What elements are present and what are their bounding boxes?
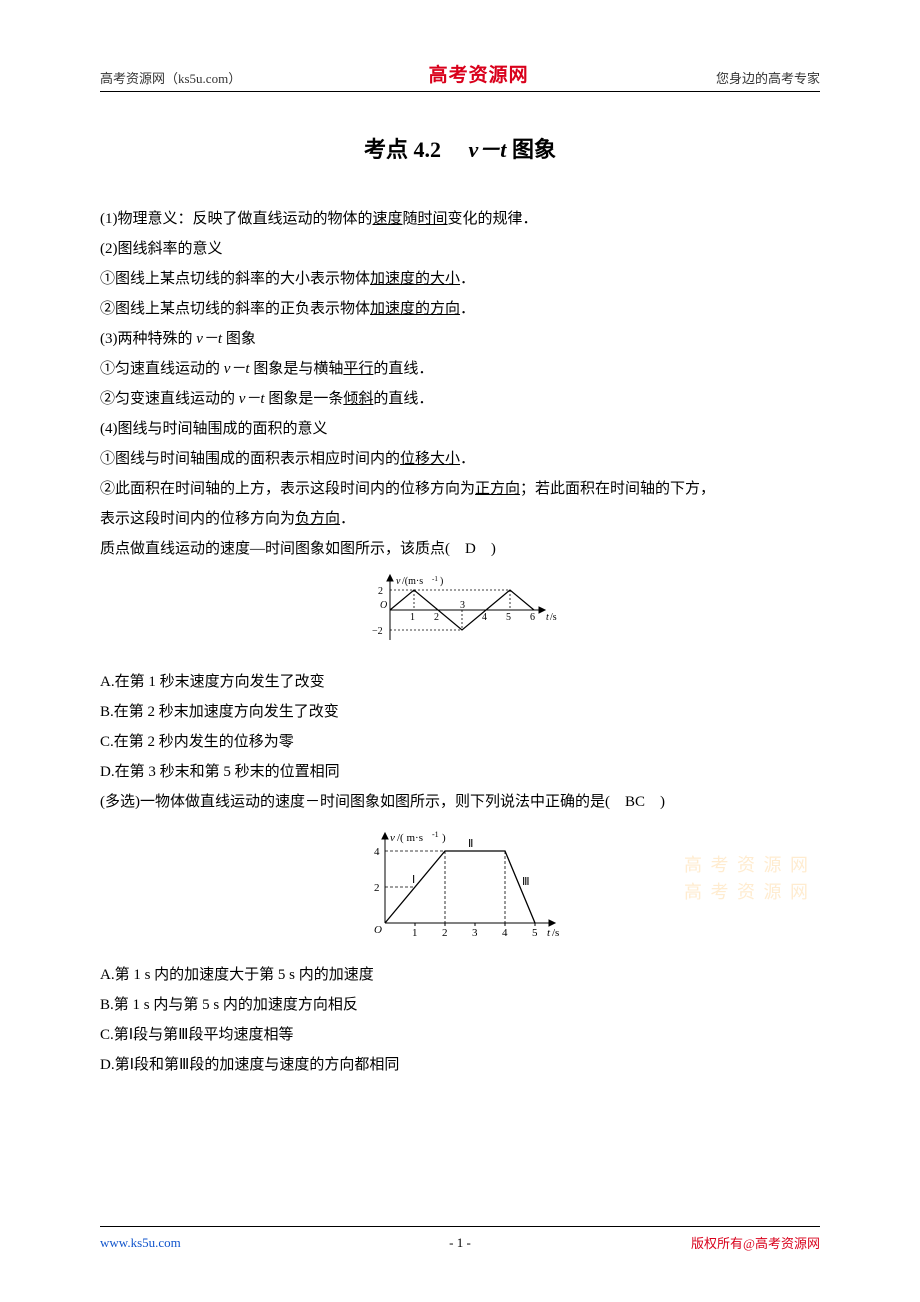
title-var: v－t: [469, 137, 507, 162]
svg-text:/s: /s: [552, 927, 559, 939]
svg-text:O: O: [374, 924, 382, 936]
footer-url: www.ks5u.com: [100, 1235, 181, 1251]
para-2: (2)图线斜率的意义: [100, 234, 820, 264]
figure-2: v/( m·s -1) 4 2 O 1 2 3 4 5 t/s Ⅰ Ⅱ Ⅲ: [100, 823, 820, 954]
footer-pagenum: - 1 -: [449, 1235, 471, 1251]
svg-text:−2: −2: [372, 626, 383, 637]
q2-option-b: B.第 1 s 内与第 5 s 内的加速度方向相反: [100, 990, 820, 1020]
chart-2-svg: v/( m·s -1) 4 2 O 1 2 3 4 5 t/s Ⅰ Ⅱ Ⅲ: [350, 823, 570, 943]
header-left: 高考资源网（ks5u.com）: [100, 68, 241, 87]
question-2-stem: (多选)一物体做直线运动的速度－时间图象如图所示，则下列说法中正确的是( BC …: [100, 787, 820, 817]
svg-text:2: 2: [442, 927, 448, 939]
q1-option-c: C.在第 2 秒内发生的位移为零: [100, 727, 820, 757]
document-title: 考点 4.2 v－t 图象: [100, 132, 820, 164]
svg-text:1: 1: [410, 612, 415, 623]
question-1-stem: 质点做直线运动的速度—时间图象如图所示，该质点( D ): [100, 534, 820, 564]
para-10: ②此面积在时间轴的上方，表示这段时间内的位移方向为正方向；若此面积在时间轴的下方…: [100, 474, 820, 504]
title-suffix: 图象: [506, 137, 556, 162]
q1-option-a: A.在第 1 秒末速度方向发生了改变: [100, 667, 820, 697]
para-6: ①匀速直线运动的 v－t 图象是与横轴平行的直线．: [100, 354, 820, 384]
para-5: (3)两种特殊的 v－t 图象: [100, 324, 820, 354]
para-8: (4)图线与时间轴围成的面积的意义: [100, 414, 820, 444]
svg-text:5: 5: [506, 612, 511, 623]
title-prefix: 考点 4.2: [364, 137, 441, 162]
svg-text:): ): [442, 832, 446, 844]
para-10b: 表示这段时间内的位移方向为负方向．: [100, 504, 820, 534]
svg-text:4: 4: [374, 846, 380, 858]
q2-option-d: D.第Ⅰ段和第Ⅲ段的加速度与速度的方向都相同: [100, 1050, 820, 1080]
header-center-logo: 高考资源网: [429, 60, 529, 87]
svg-text:Ⅰ: Ⅰ: [412, 874, 415, 886]
svg-text:6: 6: [530, 612, 535, 623]
page: 高考资源网（ks5u.com） 高考资源网 您身边的高考专家 考点 4.2 v－…: [0, 0, 920, 1302]
page-footer: www.ks5u.com - 1 - 版权所有@高考资源网: [100, 1226, 820, 1252]
svg-text:): ): [440, 576, 443, 587]
para-3: ①图线上某点切线的斜率的大小表示物体加速度的大小．: [100, 264, 820, 294]
para-4: ②图线上某点切线的斜率的正负表示物体加速度的方向．: [100, 294, 820, 324]
q2-option-a: A.第 1 s 内的加速度大于第 5 s 内的加速度: [100, 960, 820, 990]
svg-text:3: 3: [472, 927, 478, 939]
figure-1: v/(m·s -1) 2 O −2 1 2 3 4 5 6 t/s: [100, 570, 820, 661]
q2-option-c: C.第Ⅰ段与第Ⅲ段平均速度相等: [100, 1020, 820, 1050]
para-7: ②匀变速直线运动的 v－t 图象是一条倾斜的直线．: [100, 384, 820, 414]
svg-text:2: 2: [434, 612, 439, 623]
svg-text:/( m·s: /( m·s: [397, 832, 423, 844]
footer-copyright: 版权所有@高考资源网: [691, 1233, 820, 1252]
svg-text:1: 1: [412, 927, 418, 939]
body-content: (1)物理意义：反映了做直线运动的物体的速度随时间变化的规律． (2)图线斜率的…: [100, 204, 820, 1080]
svg-text:Ⅱ: Ⅱ: [468, 838, 473, 850]
svg-text:-1: -1: [432, 575, 438, 583]
svg-text:/s: /s: [550, 612, 557, 623]
svg-text:/(m·s: /(m·s: [402, 576, 423, 587]
svg-text:2: 2: [374, 882, 380, 894]
page-header: 高考资源网（ks5u.com） 高考资源网 您身边的高考专家: [100, 60, 820, 92]
svg-text:v: v: [396, 576, 401, 587]
svg-text:4: 4: [502, 927, 508, 939]
svg-text:2: 2: [378, 586, 383, 597]
para-9: ①图线与时间轴围成的面积表示相应时间内的位移大小．: [100, 444, 820, 474]
para-1: (1)物理意义：反映了做直线运动的物体的速度随时间变化的规律．: [100, 204, 820, 234]
svg-text:4: 4: [482, 612, 487, 623]
svg-text:-1: -1: [432, 830, 439, 839]
svg-text:t: t: [546, 612, 549, 623]
svg-text:Ⅲ: Ⅲ: [522, 876, 530, 888]
svg-text:3: 3: [460, 600, 465, 611]
svg-text:O: O: [380, 600, 387, 611]
svg-text:5: 5: [532, 927, 538, 939]
q1-option-d: D.在第 3 秒末和第 5 秒末的位置相同: [100, 757, 820, 787]
q1-option-b: B.在第 2 秒末加速度方向发生了改变: [100, 697, 820, 727]
chart-1-svg: v/(m·s -1) 2 O −2 1 2 3 4 5 6 t/s: [360, 570, 560, 650]
svg-text:t: t: [547, 927, 551, 939]
header-right: 您身边的高考专家: [716, 68, 820, 87]
svg-text:v: v: [390, 832, 395, 844]
